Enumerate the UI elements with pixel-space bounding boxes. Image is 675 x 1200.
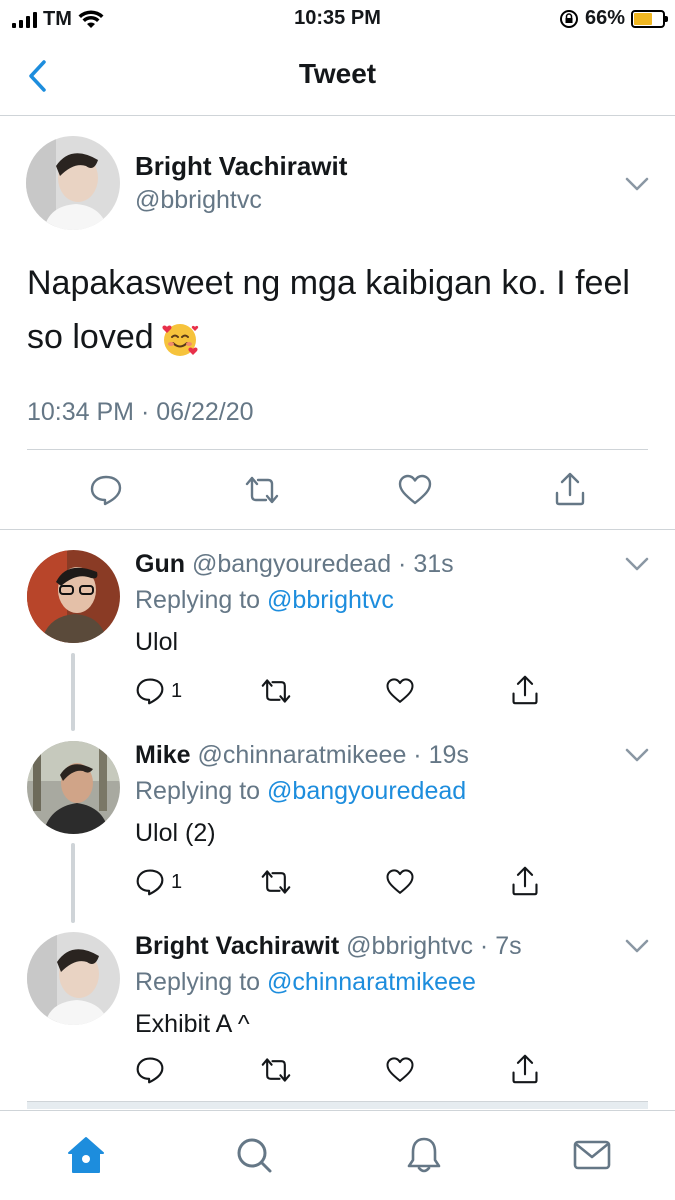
reply-count: 1 xyxy=(171,679,183,702)
share-button[interactable] xyxy=(510,1053,540,1085)
retweet-icon xyxy=(261,1058,291,1082)
share-button[interactable] xyxy=(510,865,540,897)
reply-header: Bright Vachirawit @bbrightvc · 7s xyxy=(135,932,522,961)
retweet-icon xyxy=(261,870,291,894)
author-name[interactable]: Bright Vachirawit xyxy=(135,932,339,960)
share-button[interactable] xyxy=(550,468,590,510)
retweet-icon xyxy=(245,476,279,504)
share-icon xyxy=(512,675,538,705)
reply-text: Exhibit A ^ xyxy=(135,1010,250,1038)
mention-link[interactable]: @bbrightvc xyxy=(267,586,394,614)
reply-button[interactable]: 1 xyxy=(135,676,182,706)
battery-icon xyxy=(631,9,668,28)
battery-fill xyxy=(634,12,653,25)
reply-button[interactable]: 1 xyxy=(135,867,182,897)
smiling-face-with-hearts-emoji xyxy=(162,324,198,357)
reply-tweet[interactable]: Bright Vachirawit @bbrightvc · 7s Replyi… xyxy=(0,912,675,1102)
reply-button[interactable] xyxy=(135,1055,165,1085)
reply-count: 1 xyxy=(171,870,183,893)
speech-bubble-icon xyxy=(136,678,164,705)
avatar[interactable] xyxy=(26,136,120,230)
retweet-icon xyxy=(261,679,291,703)
tab-notifications[interactable] xyxy=(402,1133,446,1177)
reply-tweet[interactable]: Mike @chinnaratmikeee · 19s Replying to … xyxy=(0,721,675,911)
share-icon xyxy=(555,472,585,506)
main-tweet: Bright Vachirawit @bbrightvc Napakasweet… xyxy=(0,116,675,530)
speech-bubble-icon xyxy=(90,475,122,506)
chevron-down-icon[interactable] xyxy=(624,747,650,763)
speech-bubble-icon xyxy=(136,869,164,896)
bell-icon xyxy=(407,1137,441,1173)
tab-bar xyxy=(0,1110,675,1200)
reply-header: Gun @bangyouredead · 31s xyxy=(135,550,454,579)
author-handle-time: @bbrightvc · 7s xyxy=(346,932,522,960)
like-button[interactable] xyxy=(385,867,415,897)
author-name[interactable]: Mike xyxy=(135,741,191,769)
replying-prefix: Replying to xyxy=(135,777,261,805)
tab-search[interactable] xyxy=(232,1133,276,1177)
author-name[interactable]: Bright Vachirawit xyxy=(135,151,347,182)
share-icon xyxy=(512,866,538,896)
retweet-button[interactable] xyxy=(258,867,294,897)
page-title: Tweet xyxy=(298,58,377,89)
search-icon xyxy=(237,1138,272,1173)
thread-line xyxy=(71,843,75,923)
tweet-timestamp: 10:34 PM · 06/22/20 xyxy=(27,398,254,426)
avatar[interactable] xyxy=(27,932,120,1025)
share-icon xyxy=(512,1054,538,1084)
reply-button[interactable] xyxy=(86,470,126,510)
heart-icon xyxy=(398,474,432,505)
replying-to: Replying to @chinnaratmikeee xyxy=(135,968,476,997)
author-handle-time: @bangyouredead · 31s xyxy=(191,550,454,578)
avatar[interactable] xyxy=(27,741,120,834)
author-name[interactable]: Gun xyxy=(135,550,185,578)
reply-text: Ulol xyxy=(135,628,179,656)
replying-prefix: Replying to xyxy=(135,968,261,996)
like-button[interactable] xyxy=(385,676,415,706)
reply-tweet[interactable]: Gun @bangyouredead · 31s Replying to @bb… xyxy=(0,530,675,720)
status-bar: TM 10:35 PM 66% xyxy=(0,0,675,38)
heart-icon xyxy=(386,678,414,703)
reply-text: Ulol (2) xyxy=(135,819,216,847)
replying-prefix: Replying to xyxy=(135,586,261,614)
chevron-down-icon[interactable] xyxy=(624,556,650,572)
tab-home[interactable] xyxy=(64,1133,108,1177)
orientation-lock-icon xyxy=(559,9,578,28)
divider xyxy=(27,1101,648,1109)
mention-link[interactable]: @chinnaratmikeee xyxy=(267,968,476,996)
divider xyxy=(27,449,648,450)
author-handle-time: @chinnaratmikeee · 19s xyxy=(197,741,469,769)
retweet-button[interactable] xyxy=(258,676,294,706)
reply-header: Mike @chinnaratmikeee · 19s xyxy=(135,741,469,770)
tab-messages[interactable] xyxy=(570,1133,614,1177)
home-icon xyxy=(68,1137,104,1173)
speech-bubble-icon xyxy=(136,1057,164,1084)
mention-link[interactable]: @bangyouredead xyxy=(267,777,466,805)
heart-icon xyxy=(386,869,414,894)
share-button[interactable] xyxy=(510,674,540,706)
tweet-text: Napakasweet ng mga kaibigan ko. I feel s… xyxy=(27,256,647,364)
nav-header: Tweet xyxy=(0,38,675,116)
mail-icon xyxy=(573,1140,611,1170)
replying-to: Replying to @bangyouredead xyxy=(135,777,466,806)
retweet-button[interactable] xyxy=(258,1055,294,1085)
status-right: 66% xyxy=(559,7,668,30)
replying-to: Replying to @bbrightvc xyxy=(135,586,394,615)
chevron-down-icon[interactable] xyxy=(624,938,650,954)
heart-icon xyxy=(386,1057,414,1082)
avatar[interactable] xyxy=(27,550,120,643)
retweet-button[interactable] xyxy=(240,470,284,510)
battery-percent: 66% xyxy=(584,7,625,29)
chevron-down-icon[interactable] xyxy=(624,176,650,192)
tweet-body: Napakasweet ng mga kaibigan ko. I feel s… xyxy=(27,264,630,356)
author-handle[interactable]: @bbrightvc xyxy=(135,186,262,215)
like-button[interactable] xyxy=(395,470,435,510)
thread-line xyxy=(71,653,75,731)
like-button[interactable] xyxy=(385,1055,415,1085)
